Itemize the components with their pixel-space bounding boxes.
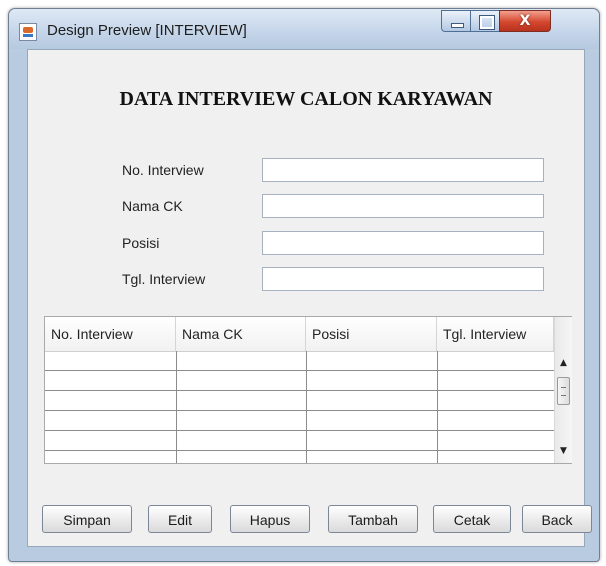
label-tgl-interview: Tgl. Interview bbox=[122, 271, 206, 287]
column-divider bbox=[176, 351, 177, 463]
row-divider bbox=[45, 450, 554, 451]
edit-button[interactable]: Edit bbox=[148, 505, 212, 533]
column-divider bbox=[306, 351, 307, 463]
cetak-button[interactable]: Cetak bbox=[433, 505, 511, 533]
form-panel: DATA INTERVIEW CALON KARYAWAN No. Interv… bbox=[27, 49, 592, 547]
posisi-input[interactable] bbox=[262, 231, 544, 255]
back-button[interactable]: Back bbox=[522, 505, 592, 533]
app-window: Design Preview [INTERVIEW] X DATA INTERV… bbox=[8, 8, 600, 562]
column-header-posisi[interactable]: Posisi bbox=[306, 317, 437, 351]
column-header-tgl-interview[interactable]: Tgl. Interview bbox=[437, 317, 554, 351]
table-body[interactable] bbox=[45, 351, 554, 463]
column-divider bbox=[437, 351, 438, 463]
row-divider bbox=[45, 370, 554, 371]
minimize-icon bbox=[451, 23, 464, 28]
tgl-interview-input[interactable] bbox=[262, 267, 544, 291]
tambah-button[interactable]: Tambah bbox=[328, 505, 418, 533]
column-header-nama-ck[interactable]: Nama CK bbox=[176, 317, 306, 351]
row-divider bbox=[45, 410, 554, 411]
hapus-button[interactable]: Hapus bbox=[230, 505, 310, 533]
form-heading: DATA INTERVIEW CALON KARYAWAN bbox=[119, 88, 493, 110]
close-button[interactable]: X bbox=[499, 10, 551, 32]
simpan-button[interactable]: Simpan bbox=[42, 505, 132, 533]
label-posisi: Posisi bbox=[122, 235, 160, 251]
label-no-interview: No. Interview bbox=[122, 162, 204, 178]
row-divider bbox=[45, 390, 554, 391]
maximize-icon bbox=[479, 15, 495, 30]
minimize-button[interactable] bbox=[441, 10, 471, 32]
table-header: No. Interview Nama CK Posisi Tgl. Interv… bbox=[45, 317, 554, 352]
title-bar[interactable]: Design Preview [INTERVIEW] X bbox=[9, 9, 599, 49]
label-nama-ck: Nama CK bbox=[122, 198, 183, 214]
no-interview-input[interactable] bbox=[262, 158, 544, 182]
column-header-no-interview[interactable]: No. Interview bbox=[45, 317, 176, 351]
scroll-up-icon[interactable]: ▲ bbox=[555, 355, 572, 371]
row-divider bbox=[45, 430, 554, 431]
table-scrollbar[interactable]: ▲ ▼ bbox=[554, 317, 572, 463]
maximize-button[interactable] bbox=[470, 10, 500, 32]
java-app-icon bbox=[19, 23, 37, 41]
window-title: Design Preview [INTERVIEW] bbox=[47, 22, 247, 39]
scroll-down-icon[interactable]: ▼ bbox=[555, 443, 572, 459]
close-icon: X bbox=[519, 13, 531, 29]
interview-table[interactable]: No. Interview Nama CK Posisi Tgl. Interv… bbox=[44, 316, 572, 464]
scroll-thumb[interactable] bbox=[557, 377, 570, 405]
nama-ck-input[interactable] bbox=[262, 194, 544, 218]
